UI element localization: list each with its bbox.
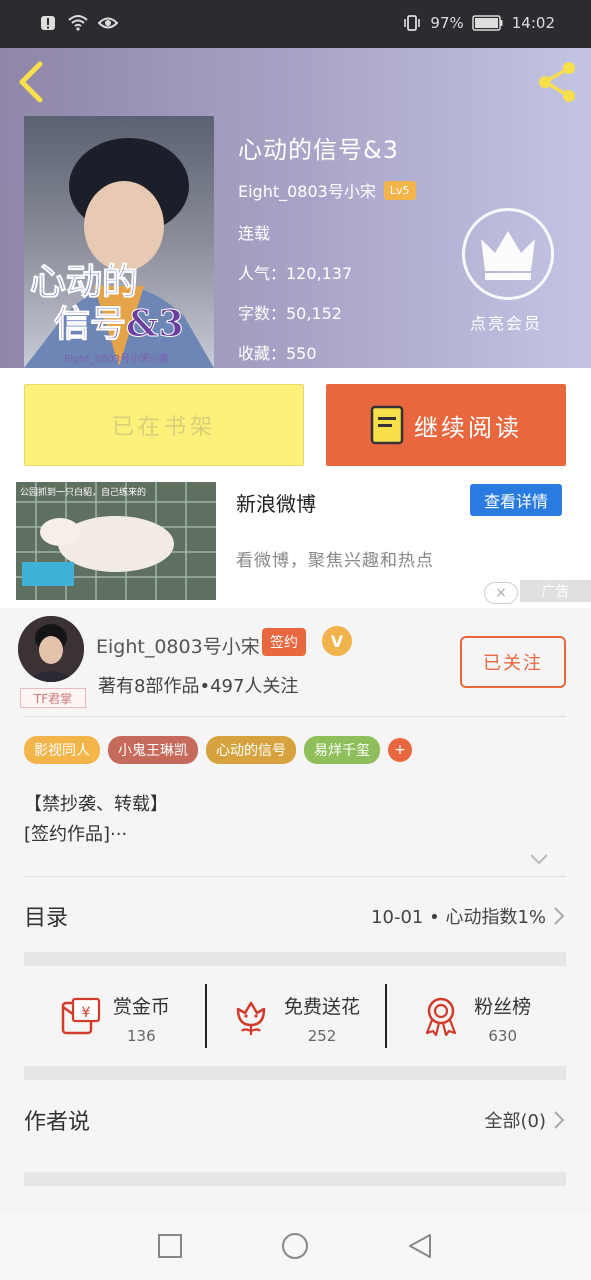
battery-icon [472, 15, 503, 31]
chevron-down-icon[interactable] [528, 850, 550, 868]
stat-flower[interactable]: 免费送花 252 [204, 982, 386, 1054]
verified-badge: V [322, 626, 352, 656]
continue-reading-label: 继续阅读 [414, 413, 522, 442]
author-says-label: 作者说 [24, 1110, 91, 1135]
author-name[interactable]: Eight_0803号小宋 [96, 632, 260, 659]
follow-button[interactable]: 已关注 [460, 636, 566, 688]
status-bar: 97% 14:02 [0, 0, 591, 48]
vibrate-icon [404, 15, 421, 31]
catalog-label: 目录 [24, 906, 69, 931]
back-nav-icon[interactable] [406, 1232, 434, 1260]
stat-value: 136 [127, 1026, 156, 1045]
add-tag-button[interactable]: + [388, 738, 412, 762]
stat-label: 免费送花 [284, 995, 361, 1018]
tag-chip[interactable]: 小鬼王琳凯 [108, 736, 198, 764]
separator-band [24, 1172, 566, 1186]
divider [24, 876, 566, 877]
ad-label: 广告 [520, 580, 591, 602]
author-section: TF君掌 Eight_0803号小宋 签约 V 著有8部作品•497人关注 已关… [0, 610, 591, 1210]
crown-icon [481, 231, 535, 280]
book-icon [370, 405, 404, 445]
cover-title-line2: 信号&3 [54, 303, 185, 345]
ad-banner[interactable]: 公园抓到一只白貂，自己练来的 新浪微博 查看详情 看微博，聚焦兴趣和热点 × 广… [0, 482, 591, 608]
favorites-count: 收藏：550 [238, 344, 317, 363]
serial-status: 连载 [238, 224, 271, 243]
description-line2: [签约作品]··· [24, 824, 128, 845]
support-stats: ¥ 赏金币 136 免费送花 252 粉丝榜 630 [24, 982, 566, 1054]
author-says-row[interactable]: 作者说 全部(0) [24, 1100, 566, 1140]
ad-image[interactable]: 公园抓到一只白貂，自己练来的 [16, 482, 216, 600]
vip-label[interactable]: 点亮会员 [470, 310, 542, 334]
stat-label: 粉丝榜 [474, 995, 532, 1018]
flower-icon [230, 995, 272, 1041]
ad-title: 新浪微博 [236, 492, 316, 516]
red-envelope-icon: ¥ [59, 995, 101, 1041]
avatar[interactable] [18, 616, 84, 682]
catalog-row[interactable]: 目录 10-01 • 心动指数1% [24, 896, 566, 936]
divider [24, 716, 566, 717]
book-cover[interactable]: 心动的 信号&3 Eight_0803号小宋◎著 [24, 116, 214, 368]
stat-medal[interactable]: 粉丝榜 630 [385, 982, 566, 1054]
tag-chip[interactable]: 心动的信号 [206, 736, 296, 764]
fan-badge: TF君掌 [20, 688, 86, 708]
author-name-link[interactable]: Eight_0803号小宋 [238, 178, 376, 202]
action-bar: 已在书架 继续阅读 [0, 368, 591, 482]
tag-chip[interactable]: 易烊千玺 [304, 736, 380, 764]
stat-red-envelope[interactable]: ¥ 赏金币 136 [24, 982, 205, 1054]
stat-value: 630 [488, 1026, 517, 1045]
chevron-right-icon [554, 907, 565, 925]
stat-label: 赏金币 [112, 995, 170, 1018]
wifi-icon [68, 15, 88, 31]
author-says-count: 全部(0) [484, 1111, 547, 1132]
ad-details-button[interactable]: 查看详情 [470, 484, 562, 516]
alert-icon [41, 16, 55, 30]
ad-image-caption: 公园抓到一只白貂，自己练来的 [20, 488, 147, 498]
author-stats: 著有8部作品•497人关注 [98, 676, 299, 697]
tag-list: 影视同人 小鬼王琳凯 心动的信号 易烊千玺 + [24, 736, 412, 764]
system-nav-bar [0, 1212, 591, 1280]
cover-author: Eight_0803号小宋◎著 [64, 354, 169, 365]
separator-band [24, 952, 566, 966]
tag-chip[interactable]: 影视同人 [24, 736, 100, 764]
popularity: 人气：120,137 [238, 264, 353, 283]
stat-value: 252 [307, 1026, 337, 1045]
share-icon[interactable] [535, 60, 579, 104]
chevron-right-icon [554, 1111, 565, 1129]
ad-close-button[interactable]: × [484, 582, 518, 604]
separator-band [24, 1066, 566, 1080]
level-badge: Lv5 [383, 180, 416, 200]
cover-title-line1: 心动的 [29, 261, 139, 303]
book-header: 心动的 信号&3 Eight_0803号小宋◎著 心动的信号&3 Eight_0… [0, 48, 591, 368]
in-shelf-button[interactable]: 已在书架 [24, 384, 304, 466]
vip-button[interactable] [462, 208, 554, 300]
recent-apps-icon[interactable] [156, 1232, 184, 1260]
signed-badge: 签约 [262, 628, 306, 656]
clock: 14:02 [511, 14, 555, 32]
description-line1: 【禁抄袭、转载】 [24, 794, 168, 815]
eye-icon [98, 17, 118, 29]
catalog-latest: 10-01 • 心动指数1% [371, 907, 546, 928]
medal-icon [420, 995, 462, 1041]
battery-percent: 97% [430, 14, 464, 32]
book-title: 心动的信号&3 [238, 136, 399, 164]
svg-text:¥: ¥ [81, 1005, 90, 1021]
continue-reading-button[interactable]: 继续阅读 [326, 384, 566, 466]
back-arrow-icon[interactable] [14, 60, 50, 104]
ad-subtitle: 看微博，聚焦兴趣和热点 [236, 551, 434, 571]
home-icon[interactable] [281, 1232, 309, 1260]
word-count: 字数：50,152 [238, 304, 342, 323]
